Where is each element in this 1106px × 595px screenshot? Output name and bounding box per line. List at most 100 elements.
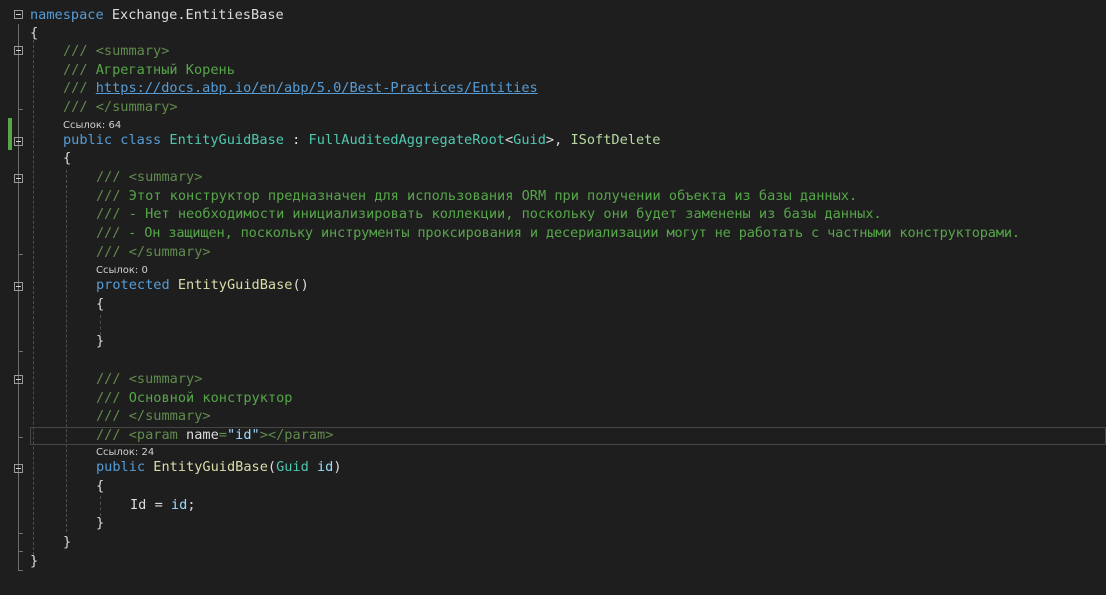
code-line-doc[interactable]: /// - Он защищен, поскольку инструменты … [96,224,1020,243]
ctor-name: EntityGuidBase [177,277,293,293]
code-line-doc[interactable]: /// </summary> [96,243,211,262]
code-line-brace[interactable]: { [96,477,104,496]
brace: { [63,150,72,166]
doc-link[interactable]: https://docs.abp.io/en/abp/5.0/Best-Prac… [96,80,538,96]
paren: ( [267,459,277,475]
doc-tag: <summary> [128,371,203,387]
namespace-keyword: namespace [30,7,104,23]
code-line-ctor2[interactable]: public EntityGuidBase(Guid id) [96,458,342,477]
doc-eq: = [218,427,227,443]
code-line-namespace[interactable]: namespace Exchange.EntitiesBase [30,6,284,25]
fold-ctor1-button[interactable] [14,282,23,291]
indent-guide [66,170,67,532]
brace: } [30,553,39,569]
doc-tag: ></param> [259,427,334,443]
code-line-doc[interactable]: /// Основной конструктор [96,389,292,408]
interface-name: ISoftDelete [570,132,661,148]
ctor2-fold-end [18,533,23,534]
brace: { [96,296,105,312]
code-line-brace[interactable]: { [30,24,38,43]
gt-comma: >, [545,132,563,148]
brace: } [96,333,105,349]
doc-tag: </summary> [128,408,211,424]
class-name: EntityGuidBase [169,132,284,148]
summary-fold-end [18,109,23,110]
brace: } [96,515,105,531]
code-line-class-declaration[interactable]: public class EntityGuidBase : FullAudite… [63,131,661,150]
fold-class-summary-button[interactable] [14,46,23,55]
colon: : [292,132,301,148]
doc-text: Агрегатный Корень [95,62,235,78]
code-line-brace[interactable]: } [96,332,104,351]
doc-tag: </summary> [128,244,211,260]
indent-guide [100,496,101,516]
code-line-doc[interactable]: /// <summary> [96,370,202,389]
code-line-doc[interactable]: /// </summary> [96,407,211,426]
doc-prefix: /// [63,62,88,78]
semicolon: ; [187,497,196,513]
doc-attr: name [186,427,219,443]
doc-prefix: /// [63,99,88,115]
doc-text: - Он защищен, поскольку инструменты прок… [128,225,1020,241]
brace: } [63,534,72,550]
fold-class-button[interactable] [14,137,23,146]
doc-prefix: /// [63,80,88,96]
public-keyword: public [63,132,113,148]
doc-text: - Нет необходимости инициализировать кол… [128,206,882,222]
doc-text: Этот конструктор предназначен для исполь… [128,188,858,204]
protected-keyword: protected [96,277,170,293]
namespace-fold-end [18,570,23,571]
ctor1-fold-end [18,351,23,352]
public-keyword: public [96,459,146,475]
doc-prefix: /// [96,225,121,241]
fold-namespace-button[interactable] [14,10,23,19]
assign-op: = [154,497,163,513]
assign-value: id [170,497,188,513]
code-line-doc[interactable]: /// https://docs.abp.io/en/abp/5.0/Best-… [63,79,538,98]
code-line-doc[interactable]: /// Агрегатный Корень [63,61,235,80]
lt: < [504,132,514,148]
code-line-doc[interactable]: /// </summary> [63,98,178,117]
doc-attr-value: "id" [226,427,260,443]
code-line-assignment[interactable]: Id = id; [130,496,196,515]
code-editor[interactable]: namespace Exchange.EntitiesBase { /// <s… [0,0,1106,595]
change-indicator-bar [8,118,12,150]
code-line-doc[interactable]: /// <summary> [63,42,169,61]
base-class: FullAuditedAggregateRoot [308,132,505,148]
code-line-brace[interactable]: } [96,514,104,533]
doc-tag: <param [128,427,178,443]
ctor2-summary-fold-end [18,437,23,438]
code-line-brace[interactable]: } [30,552,38,571]
code-line-brace[interactable]: } [63,533,71,552]
doc-prefix: /// [96,244,121,260]
doc-prefix: /// [96,169,121,185]
code-line-brace[interactable]: { [63,149,71,168]
code-line-doc[interactable]: /// <summary> [96,168,202,187]
code-line-brace[interactable]: { [96,295,104,314]
fold-ctor2-summary-button[interactable] [14,375,23,384]
param-name: id [317,459,334,475]
doc-prefix: /// [96,408,121,424]
code-line-doc[interactable]: /// - Нет необходимости инициализировать… [96,205,882,224]
class-fold-end [18,551,23,552]
fold-ctor2-button[interactable] [14,464,23,473]
doc-prefix: /// [96,390,121,406]
doc-tag: </summary> [95,99,178,115]
ctor-name: EntityGuidBase [153,459,268,475]
brace: { [30,25,39,41]
code-line-doc-param[interactable]: /// <param name="id"></param> [96,426,333,445]
namespace-fold-guide [18,24,19,571]
class-keyword: class [120,132,162,148]
code-line-ctor1[interactable]: protected EntityGuidBase() [96,276,309,295]
code-line-doc[interactable]: /// Этот конструктор предназначен для ис… [96,187,857,206]
doc-prefix: /// [96,427,121,443]
parens: () [292,277,309,293]
namespace-name: Exchange.EntitiesBase [111,7,284,23]
doc-tag: <summary> [128,169,203,185]
doc-text: Основной конструктор [128,390,293,406]
fold-ctor1-summary-button[interactable] [14,174,23,183]
ctor-summary-fold-end [18,254,23,255]
indent-guide [33,40,34,560]
doc-prefix: /// [96,188,121,204]
doc-prefix: /// [63,43,88,59]
